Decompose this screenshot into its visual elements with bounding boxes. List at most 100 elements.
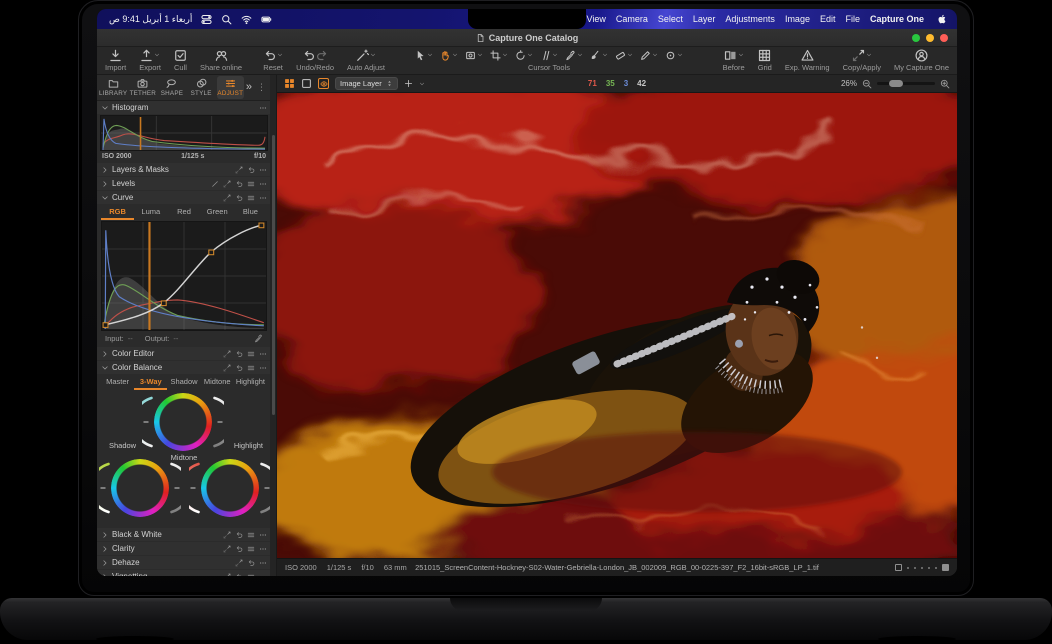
histogram-panel-header[interactable]: Histogram: [97, 101, 271, 114]
close-button[interactable]: [940, 34, 948, 42]
more-icon[interactable]: [259, 180, 267, 188]
shadow-color-wheel[interactable]: [111, 459, 169, 517]
copy-apply-icon[interactable]: [223, 531, 231, 539]
control-center-icon[interactable]: [201, 14, 212, 25]
zoom-slider-knob[interactable]: [889, 80, 903, 87]
auto-levels-icon[interactable]: [211, 180, 219, 188]
shadow-saturation-slider[interactable]: [99, 461, 110, 515]
share-online-button[interactable]: Share online: [200, 48, 242, 72]
copy-apply-icon[interactable]: [235, 559, 243, 567]
before-button[interactable]: Before: [723, 48, 745, 72]
thumb-large-icon[interactable]: [942, 564, 949, 571]
copy-apply-icon[interactable]: [223, 364, 231, 372]
midtone-saturation-slider[interactable]: [142, 395, 153, 449]
more-icon[interactable]: [259, 559, 267, 567]
tab-shape[interactable]: SHAPE: [158, 76, 185, 99]
export-button[interactable]: Export: [139, 48, 161, 72]
search-icon[interactable]: [221, 14, 232, 25]
cb-tab-shadow[interactable]: Shadow: [167, 375, 200, 390]
curve-tab-blue[interactable]: Blue: [234, 205, 267, 220]
reset-icon[interactable]: [235, 531, 243, 539]
tool-color-picker[interactable]: [565, 50, 583, 61]
panel-layers-masks[interactable]: Layers & Masks: [97, 163, 271, 176]
menu-layer[interactable]: Layer: [693, 14, 716, 24]
panel-black-white[interactable]: Black & White: [97, 528, 271, 541]
expand-tabs-button[interactable]: »: [246, 82, 252, 93]
more-icon[interactable]: [259, 364, 267, 372]
curve-tab-luma[interactable]: Luma: [134, 205, 167, 220]
curve-tab-red[interactable]: Red: [167, 205, 200, 220]
tool-loupe[interactable]: [465, 50, 483, 61]
tool-pointer[interactable]: [415, 50, 433, 61]
presets-icon[interactable]: [247, 531, 255, 539]
panel-vignetting[interactable]: Vignetting: [97, 570, 271, 576]
photo-canvas[interactable]: [277, 93, 957, 558]
reset-button[interactable]: Reset: [263, 48, 283, 72]
more-icon[interactable]: [259, 194, 267, 202]
cb-tab-master[interactable]: Master: [101, 375, 134, 390]
midtone-luminance-slider[interactable]: [213, 395, 224, 449]
panel-levels[interactable]: Levels: [97, 177, 271, 190]
cb-tab-midtone[interactable]: Midtone: [201, 375, 234, 390]
presets-icon[interactable]: [247, 573, 255, 577]
proof-view-icon[interactable]: [318, 78, 329, 89]
panel-color-editor[interactable]: Color Editor: [97, 347, 271, 360]
menu-view[interactable]: View: [587, 14, 606, 24]
grid-button[interactable]: Grid: [758, 48, 772, 72]
reset-icon[interactable]: [235, 545, 243, 553]
exposure-warning-button[interactable]: Exp. Warning: [785, 48, 830, 72]
reset-icon[interactable]: [235, 364, 243, 372]
panel-dehaze[interactable]: Dehaze: [97, 556, 271, 569]
copy-apply-icon[interactable]: [223, 545, 231, 553]
more-icon[interactable]: [259, 545, 267, 553]
copy-apply-button[interactable]: Copy/Apply: [843, 48, 881, 72]
curve-tab-green[interactable]: Green: [201, 205, 234, 220]
copy-apply-icon[interactable]: [223, 573, 231, 576]
tab-tether[interactable]: TETHER: [129, 76, 156, 99]
midtone-color-wheel[interactable]: [154, 393, 212, 451]
fullscreen-button[interactable]: [912, 34, 920, 42]
menu-camera[interactable]: Camera: [616, 14, 648, 24]
tool-straighten[interactable]: [540, 50, 558, 61]
tab-style[interactable]: STYLE: [188, 76, 215, 99]
tool-brush[interactable]: [590, 50, 608, 61]
undo-redo-button[interactable]: Undo/Redo: [296, 48, 334, 72]
multi-view-icon[interactable]: [284, 78, 295, 89]
curve-panel-header[interactable]: Curve: [97, 191, 271, 204]
reset-icon[interactable]: [247, 559, 255, 567]
menu-bar-clock[interactable]: أربعاء 1 أبريل 9:41 ص: [109, 14, 192, 25]
add-layer-icon[interactable]: [404, 79, 413, 88]
menu-edit[interactable]: Edit: [820, 14, 836, 24]
single-view-icon[interactable]: [301, 78, 312, 89]
presets-icon[interactable]: [247, 180, 255, 188]
reset-icon[interactable]: [235, 350, 243, 358]
reset-icon[interactable]: [235, 573, 243, 576]
apple-menu-icon[interactable]: [936, 13, 947, 25]
battery-icon[interactable]: [261, 14, 272, 25]
tool-pencil[interactable]: [640, 50, 658, 61]
presets-icon[interactable]: [247, 350, 255, 358]
tool-spot-removal[interactable]: [665, 50, 683, 61]
shadow-luminance-slider[interactable]: [170, 461, 181, 515]
sidebar-scrollbar[interactable]: [270, 75, 276, 576]
import-button[interactable]: Import: [105, 48, 126, 72]
zoom-in-icon[interactable]: [940, 79, 950, 89]
minimize-button[interactable]: [926, 34, 934, 42]
zoom-slider[interactable]: [877, 80, 935, 87]
tool-rotate[interactable]: [515, 49, 533, 61]
copy-apply-icon[interactable]: [235, 166, 243, 174]
tool-hand[interactable]: [440, 50, 458, 61]
my-capture-one-button[interactable]: My Capture One: [894, 48, 949, 72]
cb-tab-3way[interactable]: 3-Way: [134, 375, 168, 390]
more-icon[interactable]: [259, 104, 267, 112]
curve-tab-rgb[interactable]: RGB: [101, 205, 135, 220]
highlight-color-wheel[interactable]: [201, 459, 259, 517]
tool-eraser[interactable]: [615, 50, 633, 61]
tab-menu-button[interactable]: ⋮: [257, 83, 266, 92]
menu-file[interactable]: File: [845, 14, 860, 24]
thumb-small-icon[interactable]: [895, 564, 902, 571]
presets-icon[interactable]: [247, 364, 255, 372]
presets-icon[interactable]: [247, 194, 255, 202]
panel-clarity[interactable]: Clarity: [97, 542, 271, 555]
more-icon[interactable]: [259, 350, 267, 358]
